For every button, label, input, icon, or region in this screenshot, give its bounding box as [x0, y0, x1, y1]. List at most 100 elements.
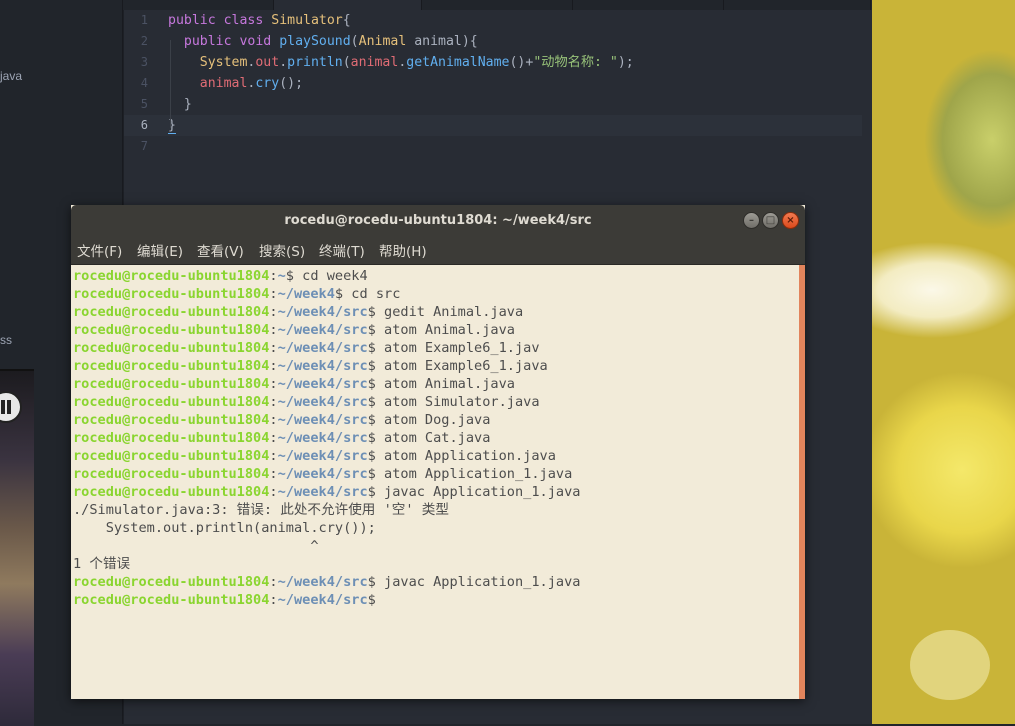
code-line[interactable]: 3 System.out.println(animal.getAnimalNam… — [124, 52, 862, 73]
code-token: getAnimalName — [406, 55, 510, 70]
line-number: 2 — [140, 34, 148, 48]
code-line[interactable]: 6} — [124, 115, 862, 136]
code-token: animal — [350, 55, 399, 70]
terminal-titlebar[interactable]: rocedu@rocedu-ubuntu1804: ~/week4/src – … — [71, 205, 805, 238]
code-text: System.out.println(animal.getAnimalName(… — [168, 52, 634, 73]
window-title: rocedu@rocedu-ubuntu1804: ~/week4/src — [284, 213, 592, 228]
prompt-path: ~/week4/src — [277, 430, 368, 446]
prompt-separator: : — [269, 412, 278, 428]
video-thumbnail[interactable] — [0, 369, 34, 726]
terminal-prompt-line: rocedu@rocedu-ubuntu1804:~/week4/src$ ja… — [73, 483, 580, 501]
prompt-dollar: $ — [367, 322, 376, 338]
code-line[interactable]: 4 animal.cry(); — [124, 73, 862, 94]
prompt-separator: : — [269, 286, 278, 302]
code-token: { — [342, 13, 351, 28]
terminal-window[interactable]: rocedu@rocedu-ubuntu1804: ~/week4/src – … — [71, 205, 805, 699]
prompt-separator: : — [269, 268, 278, 284]
command-text: javac Application_1.java — [375, 574, 581, 590]
prompt-separator: : — [269, 304, 278, 320]
menu-help[interactable]: 帮助(H) — [379, 242, 427, 262]
terminal-scrollbar[interactable] — [799, 265, 805, 699]
command-text: atom Animal.java — [375, 376, 515, 392]
command-text: atom Animal.java — [375, 322, 515, 338]
prompt-dollar: $ — [367, 592, 376, 608]
prompt-user: rocedu@rocedu-ubuntu1804 — [73, 412, 270, 428]
terminal-prompt-line: rocedu@rocedu-ubuntu1804:~/week4/src$ ja… — [73, 573, 580, 591]
prompt-path: ~/week4/src — [277, 304, 368, 320]
code-line[interactable]: 1 public class Simulator{ — [124, 10, 862, 31]
prompt-user: rocedu@rocedu-ubuntu1804 — [73, 304, 270, 320]
terminal-output-line: System.out.println(animal.cry()); — [73, 520, 376, 536]
desktop-wallpaper — [872, 0, 1015, 724]
menu-search[interactable]: 搜索(S) — [259, 242, 305, 262]
prompt-user: rocedu@rocedu-ubuntu1804 — [73, 448, 270, 464]
prompt-separator: : — [269, 484, 278, 500]
prompt-separator: : — [269, 574, 278, 590]
tree-item-class[interactable]: ss — [0, 333, 12, 347]
terminal-output[interactable]: rocedu@rocedu-ubuntu1804:~$ cd week4 roce… — [71, 265, 799, 699]
prompt-user: rocedu@rocedu-ubuntu1804 — [73, 322, 270, 338]
terminal-prompt-line: rocedu@rocedu-ubuntu1804:~/week4/src$ at… — [73, 357, 548, 375]
menu-file[interactable]: 文件(F) — [77, 242, 122, 262]
editor-tab[interactable] — [123, 0, 274, 10]
menu-edit[interactable]: 编辑(E) — [137, 242, 183, 262]
tree-item-java[interactable]: java — [0, 69, 22, 83]
prompt-path: ~/week4/src — [277, 592, 368, 608]
command-text: atom Example6_1.jav — [375, 340, 540, 356]
prompt-dollar: $ — [367, 484, 376, 500]
command-text: cd src — [343, 286, 401, 302]
minimize-button[interactable]: – — [743, 212, 760, 229]
maximize-button[interactable]: □ — [762, 212, 779, 229]
terminal-prompt-line: rocedu@rocedu-ubuntu1804:~/week4/src$ at… — [73, 321, 515, 339]
code-token: public — [183, 34, 232, 49]
code-token: Animal — [358, 34, 407, 49]
code-token: void — [239, 34, 272, 49]
code-text: } — [168, 94, 192, 115]
code-token: class — [223, 13, 264, 28]
close-button[interactable]: × — [782, 212, 799, 229]
prompt-user: rocedu@rocedu-ubuntu1804 — [73, 592, 270, 608]
code-line[interactable]: 2 public void playSound(Animal animal){ — [124, 31, 862, 52]
prompt-separator: : — [269, 448, 278, 464]
prompt-path: ~/week4/src — [277, 484, 368, 500]
code-token: ); — [617, 55, 634, 70]
editor-tab-active[interactable] — [274, 0, 422, 10]
command-text: javac Application_1.java — [375, 484, 581, 500]
line-number: 7 — [140, 139, 148, 153]
terminal-prompt-line: rocedu@rocedu-ubuntu1804:~/week4/src$ at… — [73, 429, 490, 447]
menu-terminal[interactable]: 终端(T) — [319, 242, 365, 262]
prompt-separator: : — [269, 592, 278, 608]
prompt-dollar: $ — [367, 358, 376, 374]
prompt-path: ~/week4/src — [277, 376, 368, 392]
line-number: 3 — [140, 55, 148, 69]
menu-view[interactable]: 查看(V) — [197, 242, 244, 262]
terminal-output-line: ./Simulator.java:3: 错误: 此处不允许使用 '空' 类型 — [73, 502, 449, 518]
prompt-separator: : — [269, 322, 278, 338]
prompt-path: ~ — [277, 268, 286, 284]
prompt-path: ~/week4/src — [277, 466, 368, 482]
prompt-path: ~/week4 — [277, 286, 335, 302]
terminal-prompt-line: rocedu@rocedu-ubuntu1804:~/week4/src$ ge… — [73, 303, 523, 321]
editor-tab[interactable] — [573, 0, 724, 10]
code-line[interactable]: 5 } — [124, 94, 862, 115]
code-line[interactable]: 7 — [124, 136, 862, 157]
editor-tab[interactable] — [724, 0, 871, 10]
prompt-dollar: $ — [367, 466, 376, 482]
prompt-dollar: $ — [367, 574, 376, 590]
play-icon[interactable] — [0, 391, 22, 423]
terminal-menubar: 文件(F) 编辑(E) 查看(V) 搜索(S) 终端(T) 帮助(H) — [71, 238, 805, 265]
code-token: out — [255, 55, 280, 70]
prompt-user: rocedu@rocedu-ubuntu1804 — [73, 394, 270, 410]
prompt-user: rocedu@rocedu-ubuntu1804 — [73, 484, 270, 500]
code-text: animal.cry(); — [168, 73, 303, 94]
prompt-dollar: $ — [367, 412, 376, 428]
editor-tab[interactable] — [422, 0, 573, 10]
line-number: 1 — [140, 13, 148, 27]
prompt-dollar: $ — [367, 448, 376, 464]
line-number: 5 — [140, 97, 148, 111]
code-token: ( — [350, 34, 359, 49]
terminal-prompt-line: rocedu@rocedu-ubuntu1804:~/week4/src$ at… — [73, 375, 515, 393]
terminal-prompt-line: rocedu@rocedu-ubuntu1804:~/week4/src$ at… — [73, 411, 490, 429]
